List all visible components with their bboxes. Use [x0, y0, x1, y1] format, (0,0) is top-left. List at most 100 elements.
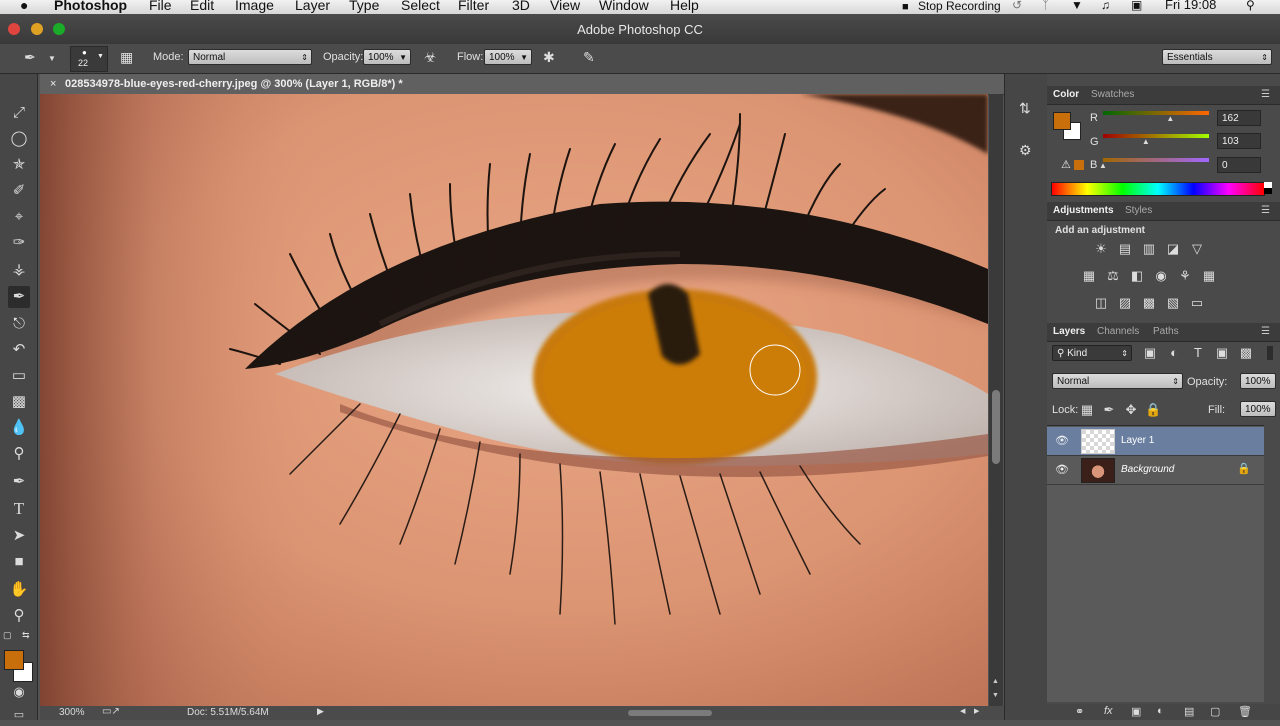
layer-opacity-field[interactable]: 100%: [1240, 373, 1276, 389]
red-value-field[interactable]: 162: [1217, 110, 1261, 126]
pressure-size-icon[interactable]: ✎: [583, 50, 595, 64]
green-slider-thumb[interactable]: ▲: [1142, 137, 1150, 146]
stop-recording-icon[interactable]: ■: [902, 0, 909, 14]
volume-icon[interactable]: ♫: [1101, 0, 1110, 12]
green-value-field[interactable]: 103: [1217, 133, 1261, 149]
menu-window[interactable]: Window: [599, 0, 649, 12]
delete-layer-icon[interactable]: 🗑: [1238, 705, 1252, 718]
tab-layers[interactable]: Layers: [1053, 326, 1085, 337]
menu-layer[interactable]: Layer: [295, 0, 330, 12]
tab-adjustments[interactable]: Adjustments: [1053, 205, 1114, 216]
lock-image-pixels-icon[interactable]: ✒: [1101, 402, 1117, 418]
menu-file[interactable]: File: [149, 0, 172, 12]
panel-foreground-swatch[interactable]: [1053, 112, 1071, 130]
foreground-color-swatch[interactable]: [4, 650, 24, 670]
red-slider-thumb[interactable]: ▲: [1166, 114, 1174, 123]
document-tab[interactable]: × 028534978-blue-eyes-red-cherry.jpeg @ …: [40, 74, 1020, 95]
gamut-color-chip[interactable]: [1074, 160, 1084, 170]
canvas-image[interactable]: [40, 94, 988, 706]
layer-name[interactable]: Layer 1: [1121, 435, 1154, 446]
quick-selection-tool-icon[interactable]: ✐: [8, 180, 30, 202]
zoom-window-button[interactable]: [53, 23, 65, 35]
status-menu-arrow-icon[interactable]: ▶: [317, 706, 324, 717]
eraser-tool-icon[interactable]: ▭: [8, 365, 30, 387]
clock[interactable]: Fri 19:08: [1165, 0, 1216, 12]
gradient-tool-icon[interactable]: ▩: [8, 391, 30, 413]
layer-filter-dropdown[interactable]: ⚲ Kind ⇕: [1052, 345, 1132, 361]
scroll-right-arrow-icon[interactable]: ▶: [974, 707, 979, 715]
panel-menu-icon[interactable]: ☰: [1261, 326, 1270, 337]
close-document-icon[interactable]: ×: [50, 78, 56, 90]
out-of-gamut-warning-icon[interactable]: ⚠: [1061, 158, 1071, 171]
threshold-icon[interactable]: ▩: [1141, 295, 1157, 311]
menu-3d[interactable]: 3D: [512, 0, 530, 12]
menu-edit[interactable]: Edit: [190, 0, 214, 12]
color-spectrum-bar[interactable]: [1051, 182, 1265, 196]
blue-value-field[interactable]: 0: [1217, 157, 1261, 173]
new-group-icon[interactable]: ▤: [1184, 705, 1194, 718]
brush-panel-toggle-icon[interactable]: ▦: [120, 50, 133, 64]
filter-type-icon[interactable]: T: [1190, 345, 1206, 361]
filter-smart-object-icon[interactable]: ▩: [1238, 345, 1254, 361]
photo-filter-icon[interactable]: ◉: [1153, 268, 1169, 284]
panel-menu-icon[interactable]: ☰: [1261, 205, 1270, 216]
spotlight-icon[interactable]: ⚲: [1246, 0, 1255, 12]
red-slider-track[interactable]: [1103, 111, 1209, 115]
hand-tool-icon[interactable]: ✋: [8, 579, 30, 601]
brush-size-picker[interactable]: ● 22 ▼: [70, 46, 108, 72]
layer-row-layer-1[interactable]: 👁 Layer 1: [1047, 427, 1264, 456]
scroll-left-arrow-icon[interactable]: ◀: [960, 707, 965, 715]
layer-mask-icon[interactable]: ▣: [1131, 705, 1141, 718]
brightness-contrast-icon[interactable]: ☀: [1093, 241, 1109, 257]
horizontal-scroll-thumb[interactable]: [628, 710, 712, 716]
default-colors-icon[interactable]: ▢: [3, 630, 12, 641]
workspace-dropdown[interactable]: Essentials ⇕: [1162, 49, 1272, 65]
dodge-tool-icon[interactable]: ⚲: [8, 443, 30, 465]
new-layer-icon[interactable]: ▢: [1210, 705, 1220, 718]
screen-mode-icon[interactable]: ▭: [8, 704, 30, 726]
menu-view[interactable]: View: [550, 0, 580, 12]
selective-color-icon[interactable]: ▧: [1165, 295, 1181, 311]
history-brush-tool-icon[interactable]: ↶: [8, 339, 30, 361]
preset-picker-arrow-icon[interactable]: ▼: [48, 52, 56, 66]
scroll-up-arrow-icon[interactable]: ▲: [992, 678, 999, 685]
crop-tool-icon[interactable]: ⌖: [8, 206, 30, 228]
curves-icon[interactable]: ▥: [1141, 241, 1157, 257]
menu-app[interactable]: Photoshop: [54, 0, 127, 12]
lock-position-icon[interactable]: ✥: [1123, 402, 1139, 418]
stop-recording-label[interactable]: Stop Recording: [918, 0, 1001, 13]
filter-toggle-switch[interactable]: [1267, 346, 1273, 360]
layer-name[interactable]: Background: [1121, 464, 1174, 475]
blue-slider-thumb[interactable]: ▲: [1099, 161, 1107, 170]
mode-dropdown[interactable]: Normal ⇕: [188, 49, 312, 65]
wifi-icon[interactable]: ▼: [1071, 0, 1083, 12]
tab-swatches[interactable]: Swatches: [1091, 89, 1134, 100]
zoom-tool-icon[interactable]: ⚲: [8, 605, 30, 627]
minimize-window-button[interactable]: [31, 23, 43, 35]
layer-row-background[interactable]: 👁 Background 🔒: [1047, 456, 1264, 485]
zoom-level[interactable]: 300%: [59, 707, 85, 718]
menu-help[interactable]: Help: [670, 0, 699, 12]
quick-mask-icon[interactable]: ◉: [8, 681, 30, 703]
history-panel-icon[interactable]: ⇅: [1019, 100, 1031, 117]
eyedropper-tool-icon[interactable]: ✑: [8, 232, 30, 254]
close-window-button[interactable]: [8, 23, 20, 35]
opacity-field[interactable]: 100% ▼: [363, 49, 411, 65]
layer-blend-mode-dropdown[interactable]: Normal ⇕: [1052, 373, 1183, 389]
new-adjustment-layer-icon[interactable]: ◐: [1157, 705, 1164, 717]
tab-channels[interactable]: Channels: [1097, 326, 1139, 337]
vertical-scroll-thumb[interactable]: [992, 390, 1000, 464]
scroll-down-arrow-icon[interactable]: ▼: [992, 692, 999, 699]
black-white-icon[interactable]: ◧: [1129, 268, 1145, 284]
lock-all-icon[interactable]: 🔒: [1145, 402, 1161, 418]
layer-visibility-eye-icon[interactable]: 👁: [1055, 434, 1069, 447]
time-machine-icon[interactable]: ↺: [1012, 0, 1022, 12]
menu-image[interactable]: Image: [235, 0, 274, 12]
tab-paths[interactable]: Paths: [1153, 326, 1179, 337]
type-tool-icon[interactable]: T: [8, 498, 30, 520]
blue-slider-track[interactable]: [1103, 158, 1209, 162]
healing-brush-tool-icon[interactable]: ⚶: [8, 259, 30, 281]
fill-field[interactable]: 100%: [1240, 401, 1276, 417]
tab-color[interactable]: Color: [1053, 89, 1079, 100]
channel-mixer-icon[interactable]: ⚘: [1177, 268, 1193, 284]
